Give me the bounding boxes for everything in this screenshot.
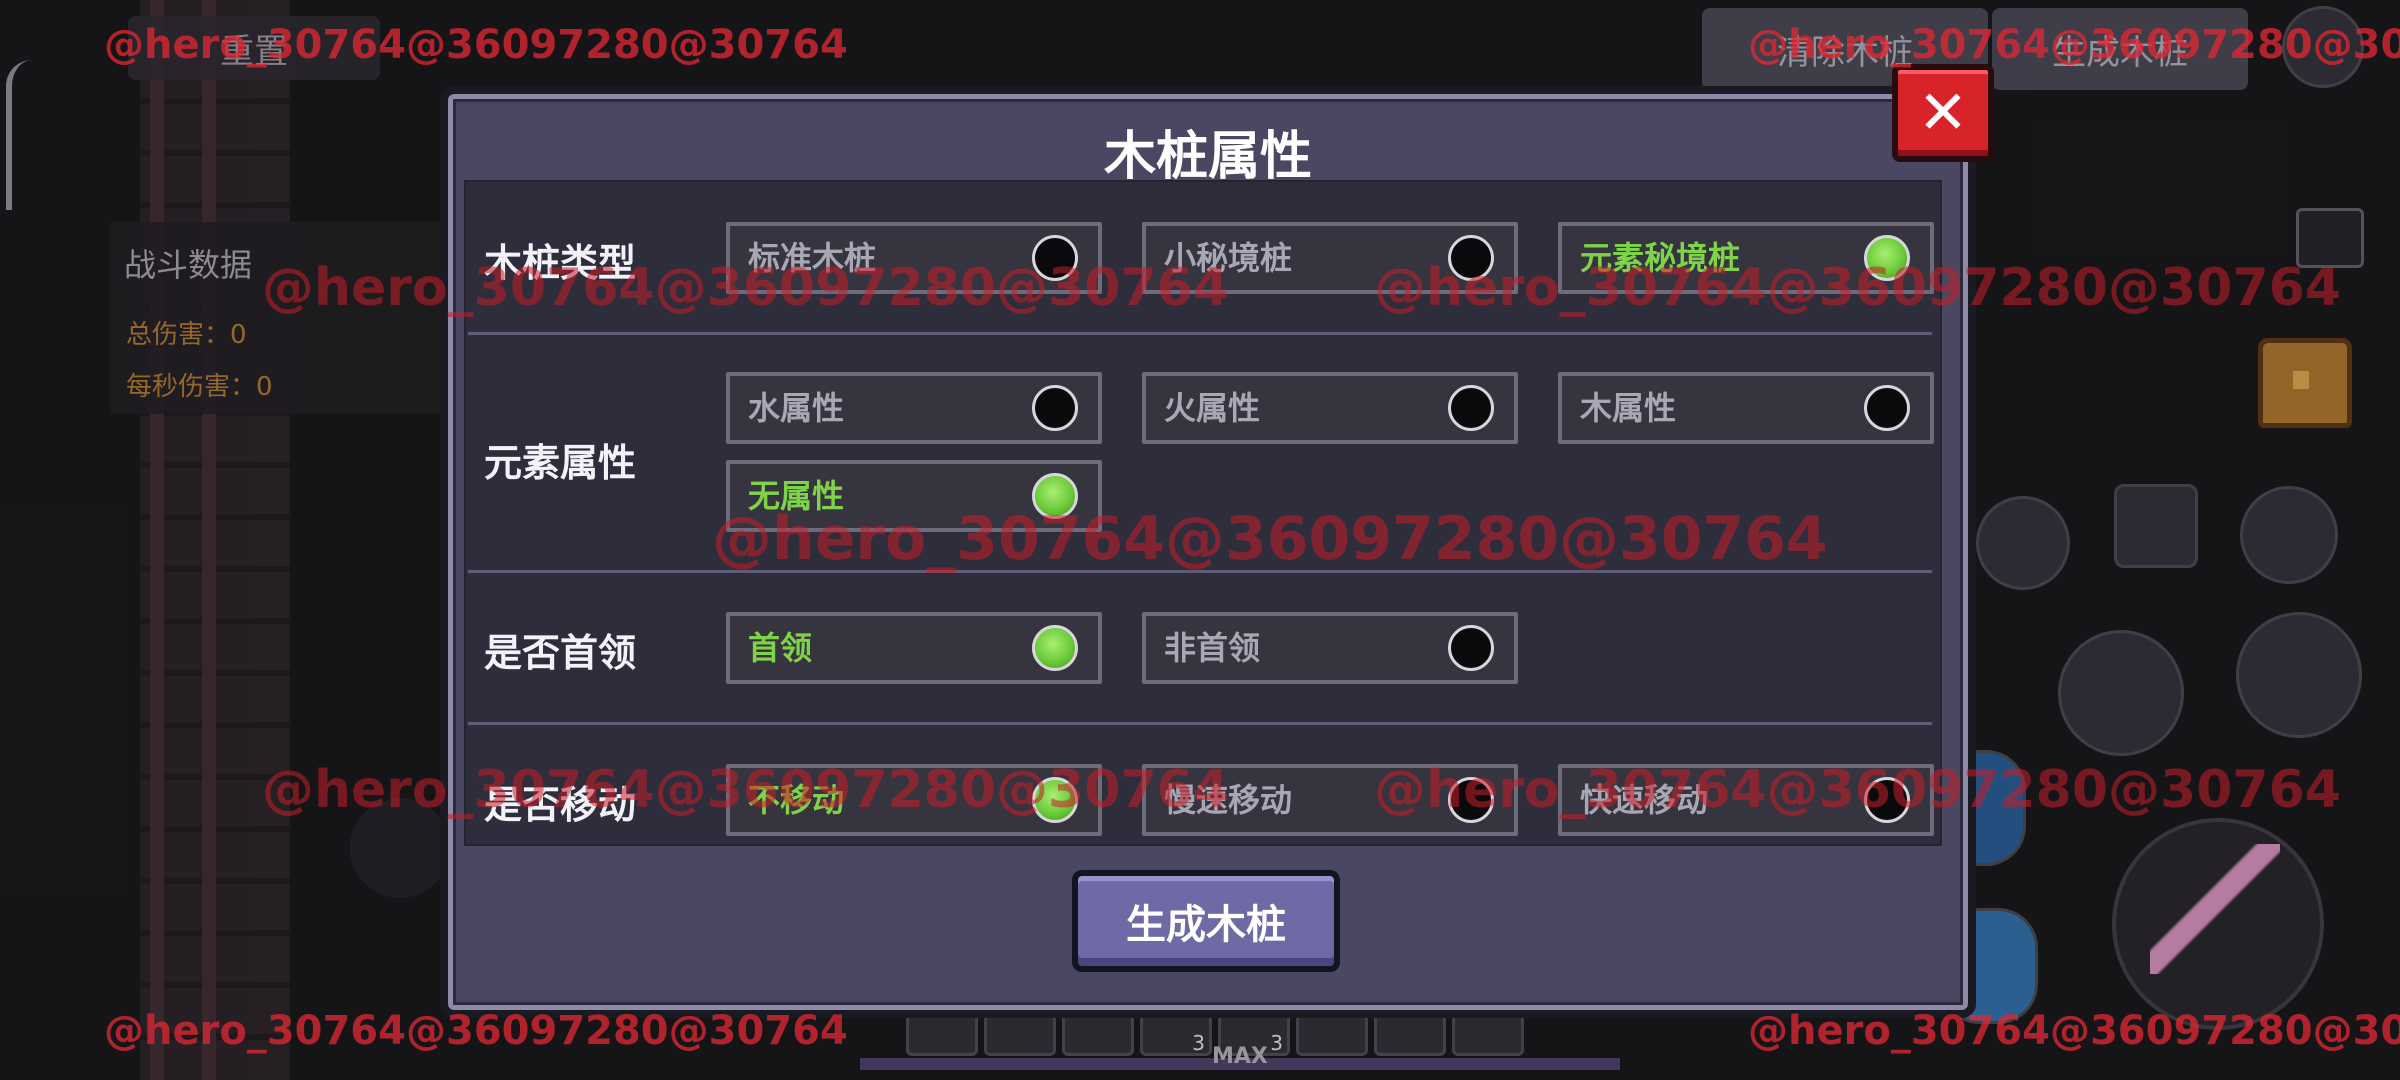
option-label: 木属性	[1580, 389, 1677, 427]
radio-selected-icon	[1032, 625, 1078, 671]
option-label: 首领	[748, 629, 813, 667]
radio-icon	[1864, 777, 1910, 823]
option-slow-move[interactable]: 慢速移动	[1142, 764, 1518, 836]
radio-selected-icon	[1032, 777, 1078, 823]
option-label: 慢速移动	[1164, 781, 1293, 819]
option-boss[interactable]: 首领	[726, 612, 1102, 684]
radio-icon	[1864, 385, 1910, 431]
option-label: 小秘境桩	[1164, 239, 1293, 277]
divider	[468, 722, 1932, 725]
is-moving-label: 是否移动	[484, 783, 637, 827]
modal-title: 木桩属性	[1103, 127, 1312, 187]
option-label: 无属性	[748, 477, 845, 515]
divider	[468, 332, 1932, 335]
option-no-element[interactable]: 无属性	[726, 460, 1102, 532]
option-label: 标准木桩	[748, 239, 877, 277]
is-boss-label: 是否首领	[484, 631, 637, 675]
option-standard-stake[interactable]: 标准木桩	[726, 222, 1102, 294]
option-label: 水属性	[748, 389, 845, 427]
option-label: 不移动	[748, 781, 845, 819]
close-icon: ✕	[1917, 78, 1969, 148]
option-element-realm-stake[interactable]: 元素秘境桩	[1558, 222, 1934, 294]
option-wood[interactable]: 木属性	[1558, 372, 1934, 444]
element-attribute-label: 元素属性	[484, 441, 637, 485]
option-label: 快速移动	[1580, 781, 1709, 819]
close-button[interactable]: ✕	[1892, 64, 1994, 162]
option-label: 非首领	[1164, 629, 1261, 667]
option-non-boss[interactable]: 非首领	[1142, 612, 1518, 684]
radio-selected-icon	[1032, 473, 1078, 519]
radio-selected-icon	[1864, 235, 1910, 281]
option-label: 元素秘境桩	[1580, 239, 1741, 277]
radio-icon	[1448, 625, 1494, 671]
option-label: 火属性	[1164, 389, 1261, 427]
divider	[468, 570, 1932, 573]
option-small-realm-stake[interactable]: 小秘境桩	[1142, 222, 1518, 294]
option-fast-move[interactable]: 快速移动	[1558, 764, 1934, 836]
stake-type-label: 木桩类型	[484, 241, 637, 285]
radio-icon	[1032, 385, 1078, 431]
option-no-move[interactable]: 不移动	[726, 764, 1102, 836]
option-fire[interactable]: 火属性	[1142, 372, 1518, 444]
generate-stake-button[interactable]: 生成木桩	[1072, 870, 1340, 972]
option-water[interactable]: 水属性	[726, 372, 1102, 444]
radio-icon	[1448, 235, 1494, 281]
radio-icon	[1032, 235, 1078, 281]
radio-icon	[1448, 777, 1494, 823]
radio-icon	[1448, 385, 1494, 431]
